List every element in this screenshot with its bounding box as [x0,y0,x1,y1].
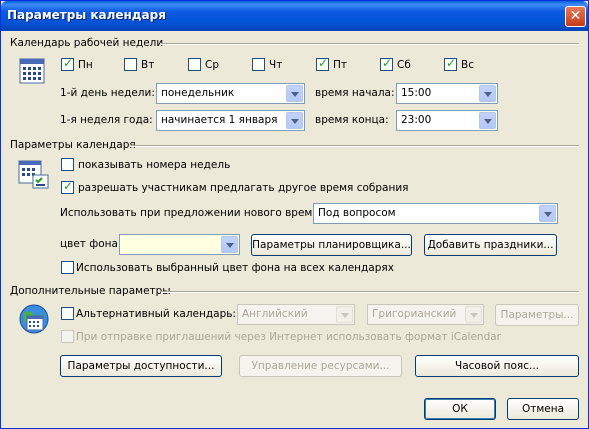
calendar-options-section-title: Параметры календаря [10,139,136,151]
window-title: Параметры календаря [7,8,166,22]
work-week-section-title: Календарь рабочей недели [10,37,164,49]
alt-calendar-language-value: Английский [242,308,308,320]
dialog-content: Календарь рабочей недели Пн Вт Ср Чт Пт … [1,31,588,428]
chevron-down-icon[interactable] [539,205,556,222]
start-time-select[interactable]: 15:00 [396,83,498,104]
icalendar-checkbox[interactable] [61,330,74,343]
day-checkbox-mon[interactable] [61,56,74,71]
availability-options-button[interactable]: Параметры доступности... [60,355,222,377]
work-week-divider [161,43,579,45]
day-label-sun: Вс [461,59,474,71]
propose-response-value: Под вопросом [318,207,396,219]
day-checkbox-sat[interactable] [380,56,393,71]
advanced-section-title: Дополнительные параметры [10,285,171,297]
ok-button[interactable]: ОК [424,398,496,420]
allow-propose-label: разрешать участникам предлагать другое в… [78,182,409,194]
first-week-select[interactable]: начинается 1 января [156,110,305,131]
alt-calendar-params-button[interactable]: Параметры... [495,304,579,326]
day-checkbox-sun[interactable] [444,56,457,71]
show-week-numbers-checkbox[interactable] [61,158,74,171]
alt-calendar-type-select[interactable]: Григорианский [367,304,484,325]
propose-response-select[interactable]: Под вопросом [313,203,558,224]
first-day-value: понедельник [161,87,235,99]
alt-calendar-language-select[interactable]: Английский [237,304,355,325]
chevron-down-icon[interactable] [336,306,353,323]
close-icon[interactable]: ✕ [565,6,586,27]
add-holidays-button[interactable]: Добавить праздники... [424,234,557,256]
first-week-value: начинается 1 января [161,114,278,126]
icalendar-label: При отправке приглашений через Интернет … [76,331,502,343]
chevron-down-icon[interactable] [465,306,482,323]
end-time-select[interactable]: 23:00 [396,110,498,131]
day-label-tue: Вт [141,59,155,71]
alt-calendar-type-value: Григорианский [372,308,457,320]
calendar-options-divider [131,145,579,147]
bg-color-select[interactable] [119,234,240,255]
use-bg-all-checkbox[interactable] [61,261,74,274]
first-day-select[interactable]: понедельник [156,83,305,104]
first-week-label: 1-я неделя года: [60,114,153,126]
day-label-fri: Пт [333,59,348,71]
chevron-down-icon[interactable] [221,236,238,253]
calendar-options-dialog: Параметры календаря ✕ Календарь рабочей … [0,0,589,429]
day-checkbox-fri[interactable] [316,56,329,71]
allow-propose-checkbox[interactable] [61,179,74,194]
start-time-value: 15:00 [401,87,432,99]
day-label-wed: Ср [205,59,219,71]
scheduler-options-button[interactable]: Параметры планировщика... [251,234,412,256]
day-label-mon: Пн [78,59,93,71]
globe-calendar-icon [19,304,49,334]
advanced-divider [161,291,579,293]
cancel-button[interactable]: Отмена [507,398,579,420]
day-checkbox-tue[interactable] [124,58,137,71]
chevron-down-icon[interactable] [479,85,496,102]
work-week-calendar-icon [19,58,45,84]
first-day-label: 1-й день недели: [60,87,155,99]
day-label-thu: Чт [269,59,283,71]
end-time-value: 23:00 [401,114,432,126]
day-checkbox-wed[interactable] [188,58,201,71]
alt-calendar-label: Альтернативный календарь: [76,308,236,320]
chevron-down-icon[interactable] [286,85,303,102]
show-week-numbers-label: показывать номера недель [78,159,231,171]
calendar-options-icon [18,160,49,189]
time-zone-button[interactable]: Часовой пояс... [415,355,579,377]
use-bg-all-label: Использовать выбранный цвет фона на всех… [76,262,394,274]
start-time-label: время начала: [315,87,395,99]
day-checkbox-thu[interactable] [252,58,265,71]
chevron-down-icon[interactable] [286,112,303,129]
alt-calendar-checkbox[interactable] [61,307,74,320]
chevron-down-icon[interactable] [479,112,496,129]
bg-color-label: цвет фона: [60,238,122,250]
resource-scheduling-button[interactable]: Управление ресурсами... [239,355,402,377]
use-when-propose-label: Использовать при предложении нового врем… [60,207,337,219]
title-bar[interactable]: Параметры календаря ✕ [1,1,588,31]
day-label-sat: Сб [397,59,411,71]
end-time-label: время конца: [315,114,389,126]
